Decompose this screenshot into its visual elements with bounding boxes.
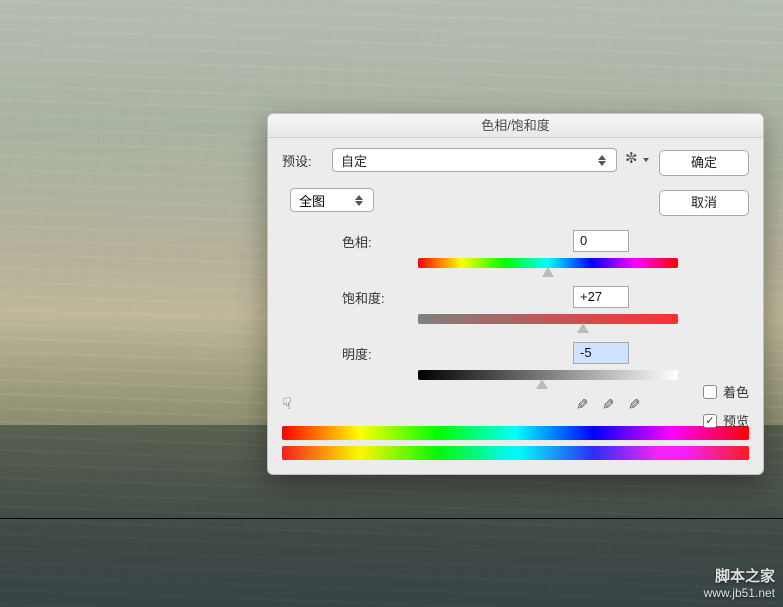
spectrum-strips xyxy=(282,426,749,460)
lightness-label: 明度: xyxy=(342,344,418,363)
lightness-input[interactable]: -5 xyxy=(573,342,629,364)
spectrum-after xyxy=(282,446,749,460)
checkbox-box: ✓ xyxy=(703,414,717,428)
slider-thumb[interactable] xyxy=(577,323,589,333)
hue-slider[interactable] xyxy=(418,258,678,268)
preset-label: 预设: xyxy=(282,151,322,170)
eyedropper-icon[interactable] xyxy=(575,395,591,411)
hue-saturation-dialog: 色相/饱和度 预设: 自定 确定 取消 全图 色相: 0 xyxy=(267,113,764,475)
hue-input[interactable]: 0 xyxy=(573,230,629,252)
hue-label: 色相: xyxy=(342,232,418,251)
eyedropper-add-icon[interactable] xyxy=(601,395,617,411)
range-value: 全图 xyxy=(299,191,325,210)
slider-thumb[interactable] xyxy=(536,379,548,389)
saturation-slider[interactable] xyxy=(418,314,678,324)
spectrum-before xyxy=(282,426,749,440)
gear-icon[interactable] xyxy=(627,152,643,168)
preview-label: 预览 xyxy=(723,411,749,430)
colorize-checkbox[interactable]: 着色 xyxy=(703,382,749,401)
lightness-slider[interactable] xyxy=(418,370,678,380)
saturation-input[interactable]: +27 xyxy=(573,286,629,308)
screenshot-root: 色相/饱和度 预设: 自定 确定 取消 全图 色相: 0 xyxy=(0,0,783,607)
dialog-title: 色相/饱和度 xyxy=(268,114,763,138)
preset-value: 自定 xyxy=(341,151,367,170)
eyedropper-subtract-icon[interactable] xyxy=(627,395,643,411)
slider-thumb[interactable] xyxy=(542,267,554,277)
hand-scrubber-icon[interactable] xyxy=(282,394,304,412)
horizontal-guide xyxy=(0,518,783,519)
watermark: 脚本之家 www.jb51.net xyxy=(704,569,775,601)
watermark-url: www.jb51.net xyxy=(704,585,775,601)
saturation-label: 饱和度: xyxy=(342,288,418,307)
stepper-icon xyxy=(598,151,612,169)
stepper-icon xyxy=(355,191,369,209)
watermark-site: 脚本之家 xyxy=(704,569,775,585)
ok-button[interactable]: 确定 xyxy=(659,150,749,176)
colorize-label: 着色 xyxy=(723,382,749,401)
checkbox-box xyxy=(703,385,717,399)
preview-checkbox[interactable]: ✓ 预览 xyxy=(703,411,749,430)
range-select[interactable]: 全图 xyxy=(290,188,374,212)
preset-select[interactable]: 自定 xyxy=(332,148,617,172)
cancel-button[interactable]: 取消 xyxy=(659,190,749,216)
